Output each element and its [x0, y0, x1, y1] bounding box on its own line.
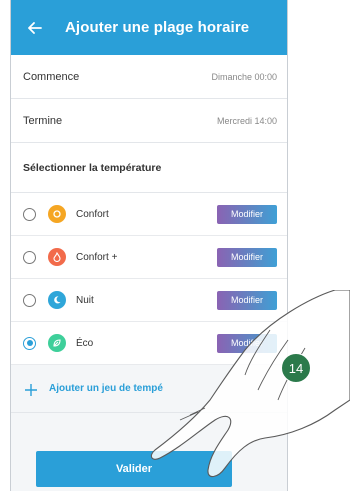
radio-eco-selected[interactable]	[23, 336, 36, 350]
add-temperature-set-link[interactable]: Ajouter un jeu de tempé	[11, 365, 287, 413]
temperature-label: Confort	[76, 208, 109, 220]
step-number-badge: 14	[281, 353, 311, 383]
plus-icon	[25, 383, 37, 396]
temperature-option-eco[interactable]: Éco Modifier	[11, 322, 287, 365]
radio-confort[interactable]	[23, 207, 36, 221]
validate-button[interactable]: Valider	[36, 451, 232, 487]
modify-button-confort[interactable]: Modifier	[217, 204, 277, 224]
temperature-section-title: Sélectionner la température	[11, 143, 287, 193]
end-time-row[interactable]: Termine Mercredi 14:00	[11, 99, 287, 143]
header-bar: Ajouter une plage horaire	[11, 0, 287, 55]
temperature-option-confort[interactable]: Confort Modifier	[11, 193, 287, 236]
page-title: Ajouter une plage horaire	[65, 19, 250, 36]
temperature-label: Nuit	[76, 294, 94, 306]
modify-button-eco[interactable]: Modifier	[217, 333, 277, 353]
temperature-option-confort-plus[interactable]: Confort + Modifier	[11, 236, 287, 279]
start-label: Commence	[23, 70, 80, 83]
flame-icon	[48, 248, 66, 266]
start-time-row[interactable]: Commence Dimanche 00:00	[11, 55, 287, 99]
radio-selected-dot	[26, 340, 33, 346]
end-label: Termine	[23, 114, 63, 127]
start-value: Dimanche 00:00	[211, 71, 277, 82]
sun-icon	[48, 205, 66, 223]
modify-button-nuit[interactable]: Modifier	[217, 290, 277, 310]
add-temperature-set-label: Ajouter un jeu de tempé	[49, 383, 163, 394]
back-arrow-icon[interactable]	[25, 18, 45, 38]
radio-confort-plus[interactable]	[23, 250, 36, 264]
moon-icon	[48, 291, 66, 309]
temperature-label: Éco	[76, 337, 94, 349]
modify-button-confort-plus[interactable]: Modifier	[217, 247, 277, 267]
temperature-label: Confort +	[76, 251, 118, 263]
app-screen: Ajouter une plage horaire Commence Diman…	[10, 0, 288, 491]
end-value: Mercredi 14:00	[216, 115, 277, 126]
temperature-option-nuit[interactable]: Nuit Modifier	[11, 279, 287, 322]
radio-nuit[interactable]	[23, 293, 36, 307]
leaf-icon	[48, 334, 66, 352]
